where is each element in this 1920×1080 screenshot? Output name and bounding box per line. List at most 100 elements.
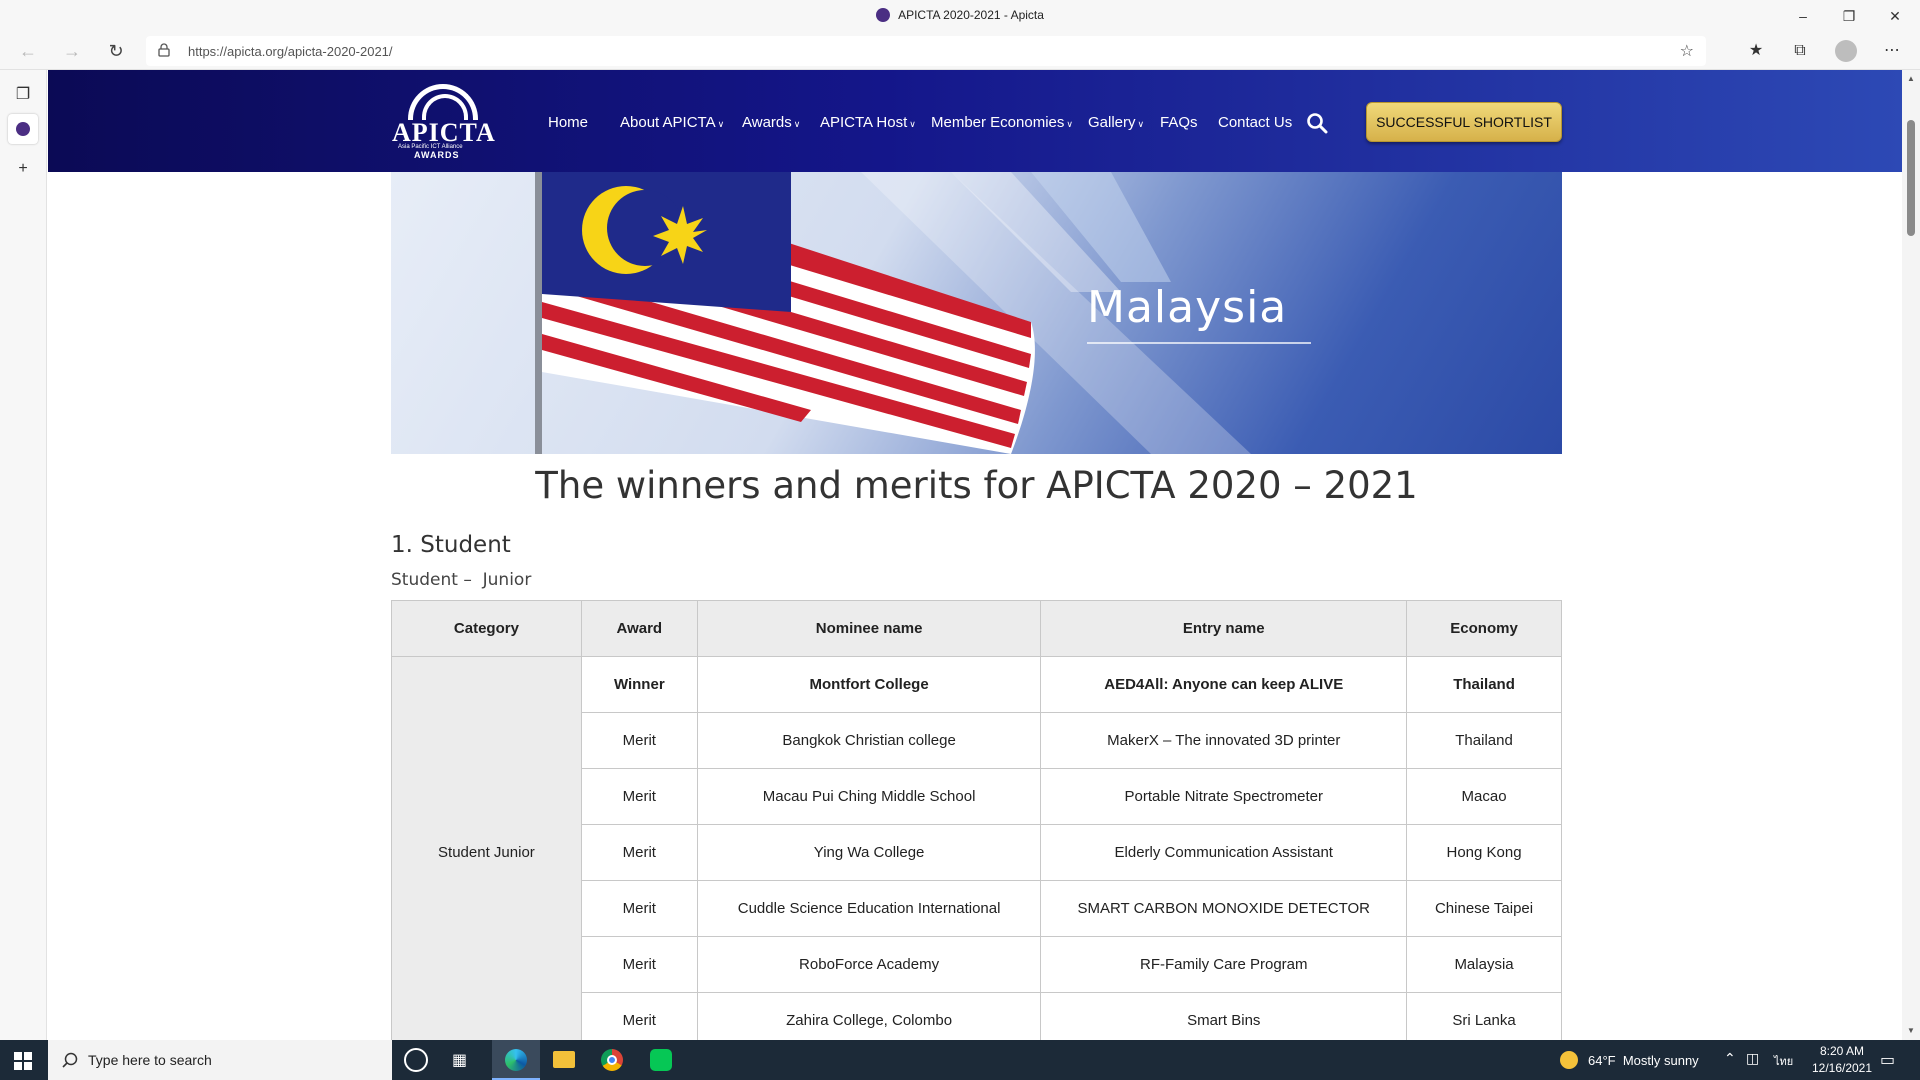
subsection-heading: Student – Junior [391,570,532,590]
chrome-icon[interactable] [601,1049,623,1071]
entry-cell: Elderly Communication Assistant [1040,824,1408,881]
window-title-text: APICTA 2020-2021 - Apicta [898,8,1044,22]
nav-home[interactable]: Home [548,114,588,131]
chevron-down-icon: ∨ [1066,119,1073,129]
line-app-icon[interactable] [650,1049,672,1071]
entry-cell: MakerX – The innovated 3D printer [1040,712,1408,769]
apicta-favicon-icon [876,8,891,22]
apicta-tab-favicon-icon [16,121,30,136]
minimize-button[interactable]: – [1780,0,1826,32]
malaysia-banner: Malaysia [391,172,1562,454]
window-title: APICTA 2020-2021 - Apicta [0,8,1920,22]
search-icon[interactable] [1306,112,1328,134]
entry-cell: AED4All: Anyone can keep ALIVE [1040,656,1408,713]
collections-icon[interactable]: ⧉ [1784,36,1816,66]
show-hidden-icons-icon[interactable]: ⌃ [1724,1050,1736,1067]
url-text[interactable]: https://apicta.org/apicta-2020-2021/ [188,44,393,59]
chevron-down-icon: ∨ [1137,119,1145,129]
entry-cell: RF-Family Care Program [1040,936,1408,993]
restore-button[interactable]: ❐ [1826,0,1872,32]
banner-country: Malaysia [1087,282,1288,333]
notifications-icon[interactable]: ▭ [1880,1050,1895,1070]
weather-text[interactable]: 64°F Mostly sunny [1588,1053,1699,1068]
award-cell: Merit [580,712,698,769]
input-language[interactable]: ไทย [1774,1052,1793,1070]
page-title: The winners and merits for APICTA 2020 –… [535,464,1418,507]
nav-contact-us[interactable]: Contact Us [1218,114,1292,131]
back-icon[interactable]: ← [12,36,44,66]
nominee-cell: Montfort College [696,656,1042,713]
add-favorite-icon[interactable]: ☆ [1680,41,1694,61]
nav-awards[interactable]: Awards ∨ [742,114,800,131]
results-table: Category Award Nominee name Entry name E… [391,600,1562,1040]
more-icon[interactable]: ⋯ [1876,36,1908,66]
forward-icon[interactable]: → [56,36,88,66]
refresh-icon[interactable]: ↻ [100,36,132,66]
nav-faqs-label: FAQs [1160,114,1198,131]
nominee-cell: Ying Wa College [696,824,1042,881]
close-window-button[interactable]: ✕ [1872,0,1918,32]
nav-home-label: Home [548,114,589,131]
entry-cell: Smart Bins [1040,992,1408,1040]
taskbar-edge[interactable] [492,1040,540,1080]
table-row: Student Junior Winner Montfort College A… [391,656,1562,1040]
section-heading: 1. Student [391,532,511,558]
weather-sun-icon [1560,1051,1578,1069]
page-scrollbar[interactable]: ▲ ▼ [1902,70,1920,1040]
nav-faqs[interactable]: FAQs [1160,114,1198,131]
taskbar-search-box[interactable]: Type here to search [48,1040,392,1080]
economy-cell: Thailand [1406,656,1562,713]
nominee-cell: RoboForce Academy [696,936,1042,993]
address-bar[interactable]: https://apicta.org/apicta-2020-2021/ ☆ [146,36,1706,66]
new-tab-icon[interactable]: + [8,154,38,184]
successful-shortlist-button[interactable]: SUCCESSFUL SHORTLIST [1366,102,1562,142]
clock-date[interactable]: 12/16/2021 [1806,1061,1878,1075]
task-view-icon[interactable]: ▦ [452,1050,467,1070]
taskbar: Type here to search ▦ 64°F Mostly sunny … [0,1040,1920,1080]
header-category: Category [391,600,582,657]
cortana-icon[interactable] [404,1048,428,1072]
nominee-cell: Macau Pui Ching Middle School [696,768,1042,825]
banner-underline [1087,342,1311,344]
profile-icon[interactable] [1830,36,1862,66]
tab-actions-icon[interactable]: ❐ [8,80,38,110]
banner-graphic [535,172,1251,454]
award-cell: Merit [580,992,698,1040]
nav-apicta-host[interactable]: APICTA Host ∨ [820,114,916,131]
edge-icon [505,1049,527,1071]
chrome-center-icon [607,1055,617,1065]
lock-icon [158,43,170,57]
taskbar-search-placeholder: Type here to search [88,1052,212,1068]
file-explorer-icon[interactable] [553,1051,575,1068]
favorites-icon[interactable]: ★ [1740,36,1772,66]
clock-time[interactable]: 8:20 AM [1806,1044,1878,1058]
nav-member-economies[interactable]: Member Economies ∨ [931,114,1073,131]
flag-pole [535,172,542,454]
award-cell: Merit [580,880,698,937]
network-icon[interactable]: ◫ [1746,1050,1759,1067]
windows-start-icon[interactable] [14,1052,32,1070]
award-cell: Winner [580,656,698,713]
award-cell: Merit [580,824,698,881]
page-viewport: APICTA Asia Pacific ICT Alliance AWARDS … [48,70,1902,1040]
nav-about-apicta[interactable]: About APICTA ∨ [620,114,724,131]
tab-apicta[interactable] [8,114,38,144]
logo-awards: AWARDS [414,150,460,160]
economy-cell: Malaysia [1406,936,1562,993]
award-cell: Merit [580,768,698,825]
economy-cell: Macao [1406,768,1562,825]
nominee-cell: Zahira College, Colombo [696,992,1042,1040]
chevron-down-icon: ∨ [793,119,801,129]
header-economy: Economy [1406,600,1562,657]
nav-about-label: About APICTA [620,114,716,131]
scroll-up-icon[interactable]: ▲ [1902,74,1920,83]
header-nominee: Nominee name [696,600,1042,657]
apicta-logo[interactable]: APICTA Asia Pacific ICT Alliance AWARDS [390,84,500,162]
nominee-cell: Bangkok Christian college [696,712,1042,769]
scroll-down-icon[interactable]: ▼ [1902,1026,1920,1035]
nav-gallery-label: Gallery [1088,114,1136,131]
site-header: APICTA Asia Pacific ICT Alliance AWARDS … [48,70,1902,172]
nav-gallery[interactable]: Gallery ∨ [1088,114,1144,131]
scrollbar-thumb[interactable] [1907,120,1915,236]
header-award: Award [580,600,698,657]
